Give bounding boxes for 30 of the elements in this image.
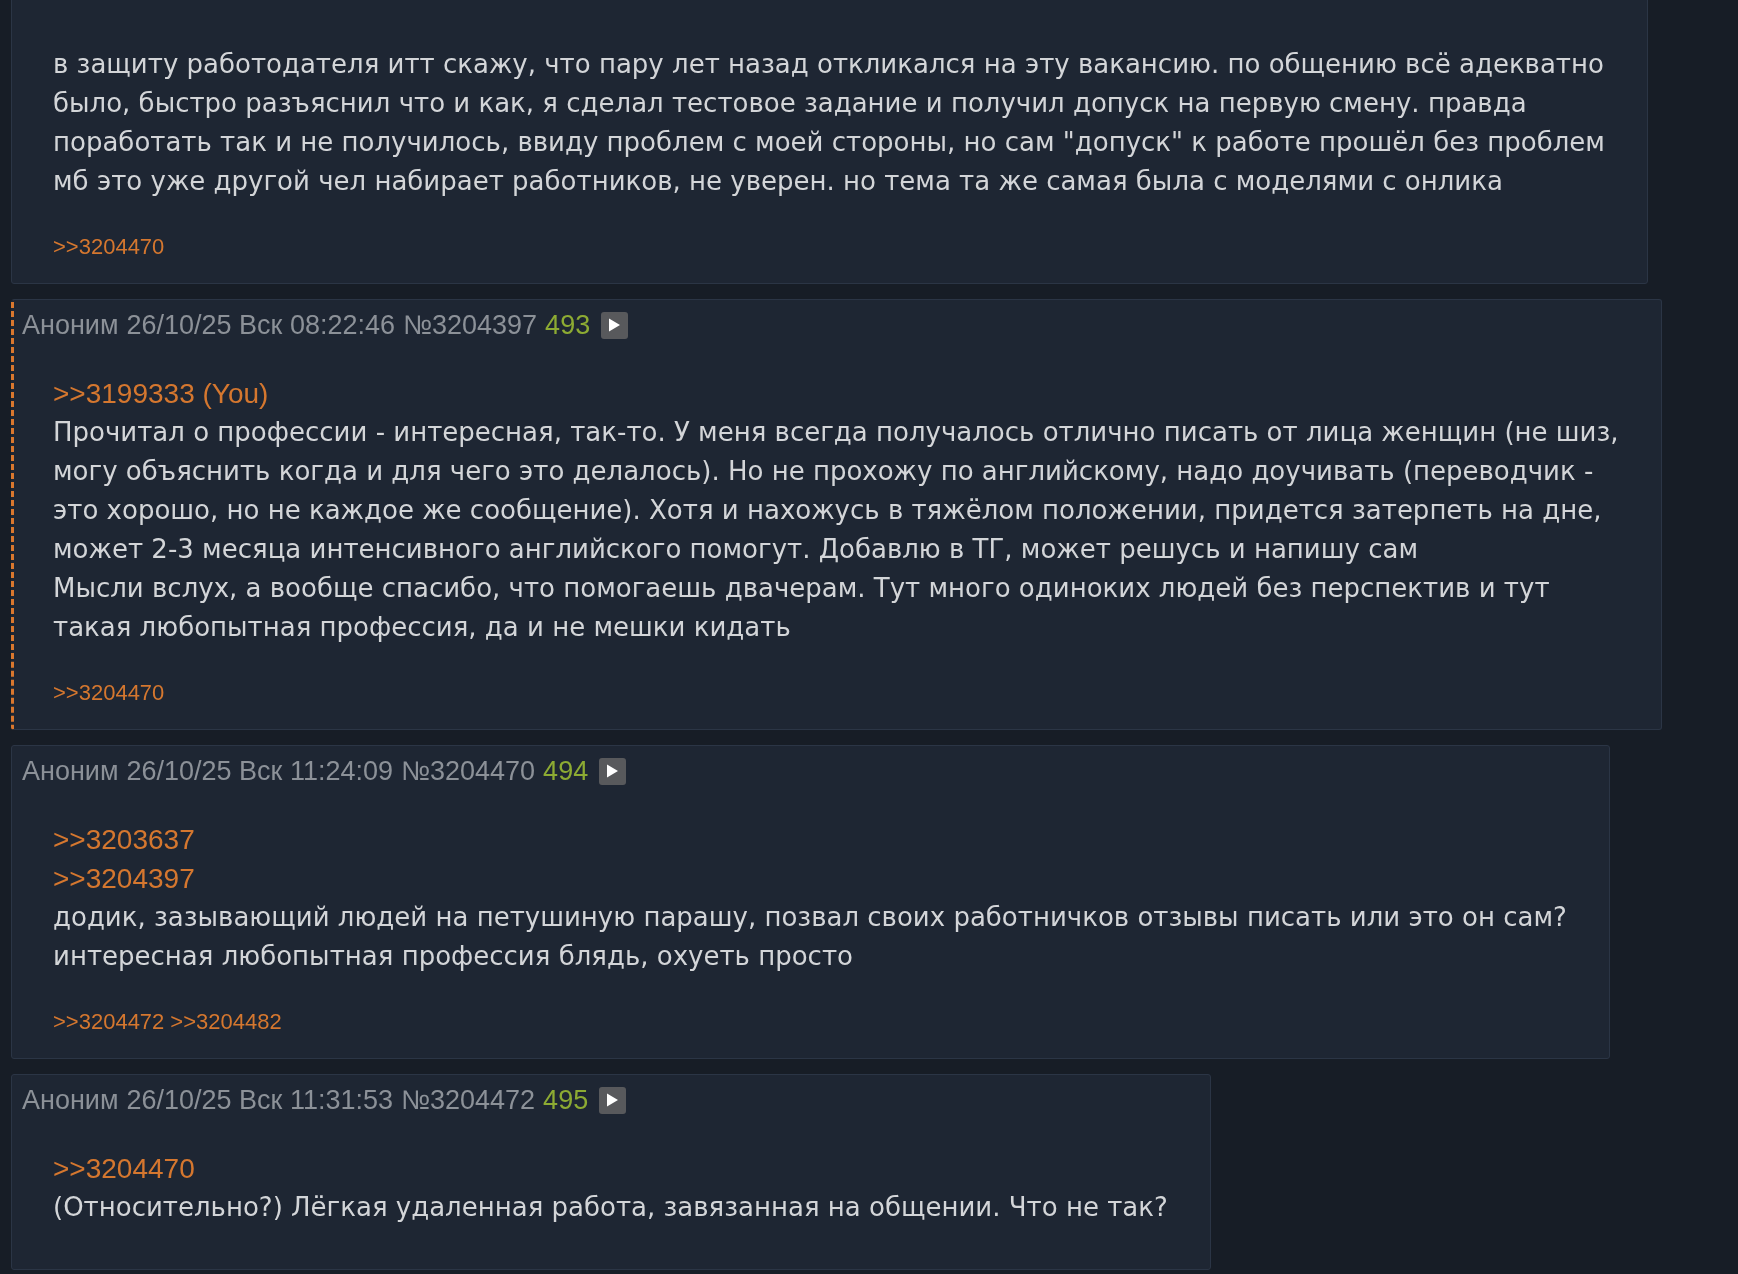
post-date: 26/10/25 Вск 11:24:09: [126, 755, 394, 787]
post-text: в защиту работодателя итт скажу, что пару лет назад откликался на эту вакансию. по общению всё адекватно было, быстро разъяснил что и как, я сделал тестовое задание и получил допуск на первую смену. правда поработать так и не получилось, ввиду проблем с моей стороны, но сам "допуск" к работе прошёл без проблем мб это уже другой чел набирает работников, не уверен. но тема та же самая была с моделями с онлика: [53, 48, 1605, 198]
reply-link[interactable]: >>3204482: [170, 1008, 282, 1036]
post-count: 493: [545, 309, 591, 341]
author-name: Аноним: [22, 309, 119, 341]
post-number-link[interactable]: №3204470: [401, 755, 536, 787]
reply-link[interactable]: >>3204470: [53, 679, 165, 707]
post-text: (Относительно?) Лёгкая удаленная работа, завязанная на общении. Что не так?: [53, 1191, 1168, 1224]
play-button[interactable]: [599, 757, 627, 785]
reply-link[interactable]: >>3204470: [53, 233, 165, 261]
play-icon: [607, 1093, 619, 1107]
author-name: Аноним: [22, 755, 119, 787]
play-icon: [607, 764, 619, 778]
quote-link[interactable]: >>3204470: [53, 1153, 195, 1184]
play-button[interactable]: [601, 311, 629, 339]
post-number-link[interactable]: №3204397: [403, 309, 538, 341]
quote-link[interactable]: >>3199333 (You): [53, 378, 269, 409]
play-button[interactable]: [599, 1086, 627, 1114]
play-icon: [609, 318, 621, 332]
post-date: 26/10/25 Вск 11:31:53: [126, 1084, 394, 1116]
post-text: Прочитал о профессии - интересная, так-то. У меня всегда получалось отлично писать от лица женщин (не шиз, могу объяснить когда и для чего это делалось). Но не прохожу по английскому, надо доучивать (переводчик - это хорошо, но не каждое же сообщение). Хотя и нахожусь в тяжёлом положении, придется затерпеть на дне, может 2-3 месяца интенсивного английского помогут. Добавлю в ТГ, может решусь и напишу сам Мысли вслух, а вообще спасибо, что помогаешь двачерам. Тут много одиноких людей без перспектив и тут такая любопытная профессия, да и не мешки кидать: [53, 416, 1619, 644]
post-date: 26/10/25 Вск 08:22:46: [126, 309, 396, 341]
author-name: Аноним: [22, 1084, 119, 1116]
post-number-link[interactable]: №3204472: [401, 1084, 536, 1116]
post-text: додик, зазывающий людей на петушиную парашу, позвал своих работничков отзывы писать или это он сам? интересная любопытная профессия блядь, охуеть просто: [53, 901, 1567, 973]
quote-link[interactable]: >>3203637: [53, 824, 195, 855]
post-count: 495: [543, 1084, 589, 1116]
post-count: 494: [543, 755, 589, 787]
reply-link[interactable]: >>3204472: [53, 1008, 165, 1036]
quote-link[interactable]: >>3204397: [53, 863, 195, 894]
